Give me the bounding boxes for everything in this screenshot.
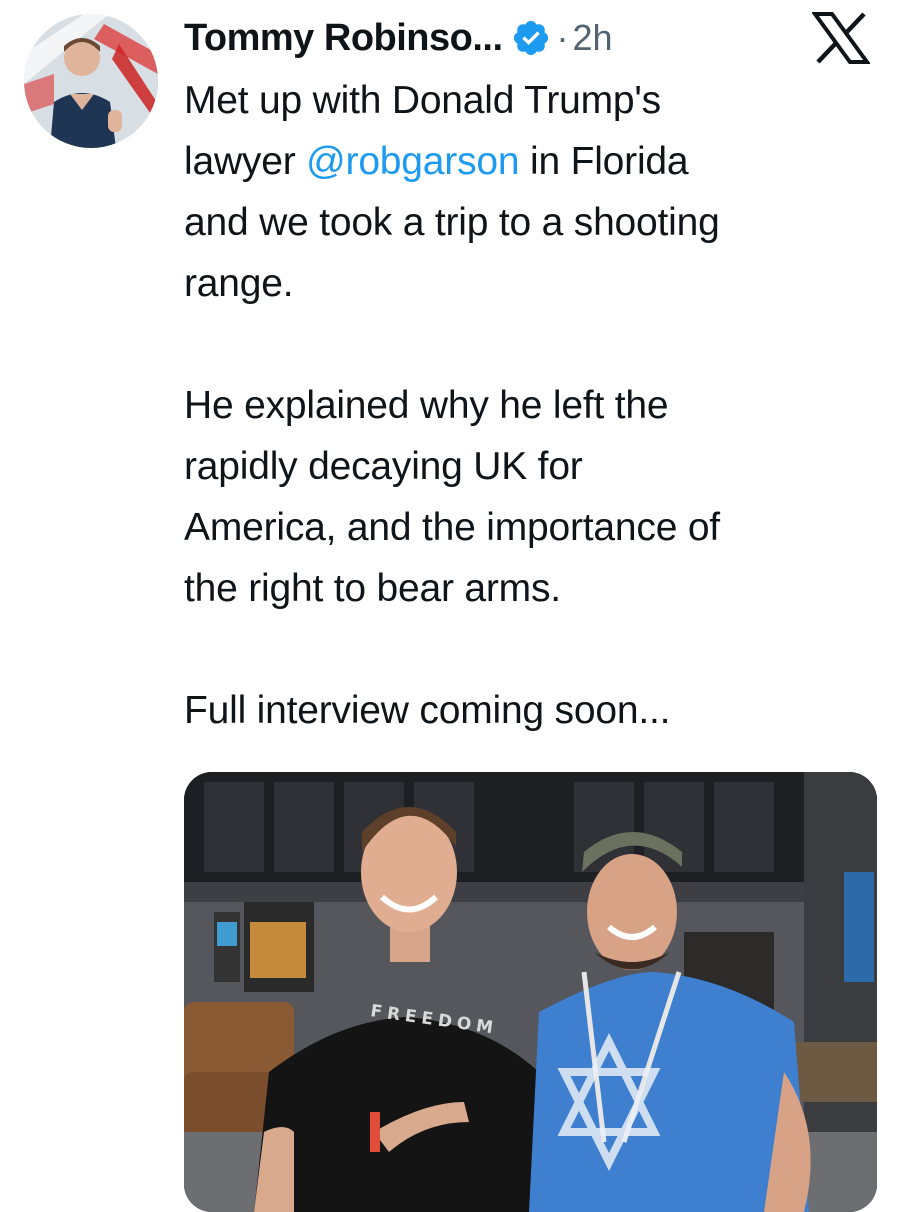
tweet-text: Met up with Donald Trump's lawyer @robga… (184, 70, 884, 741)
display-name[interactable]: Tommy Robinso... (184, 17, 503, 60)
timestamp[interactable]: 2h (573, 17, 613, 59)
separator: · (556, 17, 569, 58)
mention-link[interactable]: @robgarson (306, 140, 519, 183)
avatar[interactable] (24, 14, 158, 148)
text-line: rapidly decaying UK for (184, 445, 583, 488)
verified-badge-icon[interactable] (511, 18, 551, 58)
text-fragment: in Florida (519, 140, 689, 183)
text-line: lawyer @robgarson in Florida (184, 131, 884, 192)
text-line: He explained why he left the (184, 384, 669, 427)
tweet-media-photo[interactable]: FREEDOM (184, 772, 877, 1212)
photo-illustration (184, 772, 877, 1212)
tweet[interactable]: Tommy Robinso... · 2h Met up with Donald… (0, 0, 903, 1212)
text-line: Met up with Donald Trump's (184, 79, 661, 122)
text-fragment: lawyer (184, 140, 307, 183)
text-line: the right to bear arms. (184, 567, 561, 610)
x-logo-icon[interactable] (811, 12, 871, 64)
text-line: range. (184, 262, 294, 305)
text-line: America, and the importance of (184, 506, 720, 549)
text-line: and we took a trip to a shooting (184, 201, 720, 244)
tweet-header: Tommy Robinso... · 2h (184, 8, 613, 68)
text-line: Full interview coming soon... (184, 689, 671, 732)
avatar-photo (24, 14, 158, 148)
